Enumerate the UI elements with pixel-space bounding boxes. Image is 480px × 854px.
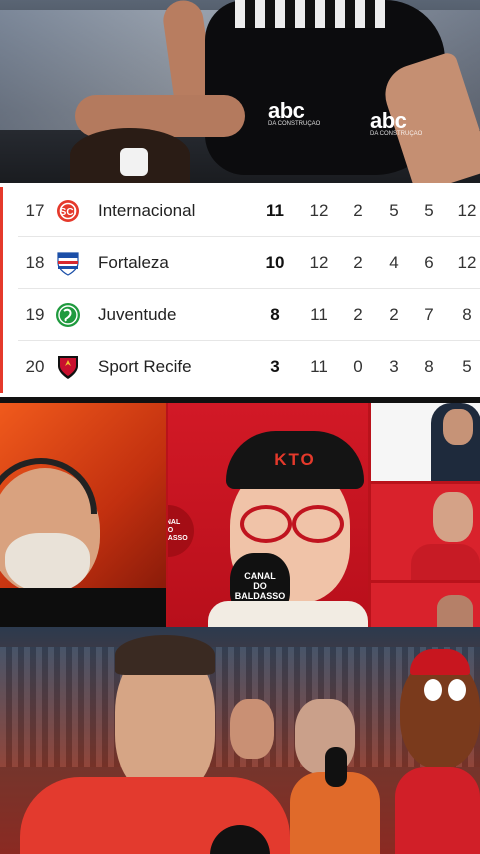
losses: 7 [424,305,434,324]
games-played: 11 [310,357,328,376]
sponsor-logo-right: abc DA CONSTRUÇÃO [370,108,423,137]
team-name: Juventude [98,305,177,324]
match-photo-bottom [0,627,480,854]
wins: 2 [353,253,363,272]
guest-face [437,595,473,627]
sport-recife-crest-icon [54,354,81,381]
goal-stat: 12 [457,253,477,272]
games-played: 12 [309,253,329,272]
host-shirt [0,588,166,627]
team-name: Sport Recife [98,357,192,376]
position: 17 [25,201,45,220]
mascot-head [400,659,480,769]
table-row[interactable]: 19 Juventude 8 11 2 2 7 8 [0,289,480,341]
sponsor-logo-left: abc DA CONSTRUÇÃO [268,98,321,127]
guest-face [443,409,473,445]
host-beard [5,533,90,593]
goal-stat: 12 [457,201,477,220]
mascot-cap [410,649,470,675]
points: 10 [265,253,285,272]
mascot-eye [448,679,466,701]
guest-video-2 [371,484,480,580]
mascot-eye [424,679,442,701]
svg-text:SCI: SCI [59,207,76,218]
player-hair [115,635,215,675]
headphones-icon [0,458,97,514]
points: 8 [270,305,280,324]
points: 11 [266,201,284,220]
guest-shirt [411,544,480,580]
guest-face [433,492,473,542]
wristband [120,148,148,176]
games-played: 11 [310,305,328,324]
match-photo-top: abc DA CONSTRUÇÃO abc DA CONSTRUÇÃO [0,0,480,183]
podcast-broadcast-grid: CANAL DO BALDASSO KTO CANAL DO BALDASSO [0,403,480,627]
draws: 5 [389,201,399,220]
wins: 0 [353,357,363,376]
league-standings-table: 17 SCI Internacional 11 12 2 5 5 12 18 F… [0,183,480,397]
host-video-center: CANAL DO BALDASSO KTO CANAL DO BALDASSO [168,403,368,627]
draws: 4 [389,253,399,272]
position: 19 [25,305,45,324]
channel-logo: CANAL DO BALDASSO [168,505,194,557]
losses: 5 [424,201,434,220]
table-row[interactable]: 20 Sport Recife 3 11 0 3 8 5 [0,341,480,393]
table-row[interactable]: 18 Fortaleza 10 12 2 4 6 12 [0,237,480,289]
draws: 3 [389,357,399,376]
position: 20 [25,357,45,376]
glasses-icon [292,505,344,543]
points: 3 [270,357,280,376]
glasses-icon [240,505,292,543]
spectator-face [230,699,274,759]
mascot-body [395,767,480,854]
guest-video-3 [371,583,480,627]
team-name: Internacional [98,201,196,220]
host-video-left [0,403,166,627]
position: 18 [25,253,45,272]
team-name: Fortaleza [98,253,169,272]
wins: 2 [353,305,363,324]
host-shirt [208,601,368,627]
kto-cap: KTO [226,431,364,489]
guest-video-1 [371,403,480,481]
wins: 2 [353,201,363,220]
fortaleza-crest-icon [54,250,81,277]
games-played: 12 [309,201,329,220]
losses: 8 [424,357,434,376]
striped-jersey [235,0,385,28]
juventude-crest-icon [54,302,81,329]
goal-stat: 5 [462,357,472,376]
internacional-crest-icon: SCI [54,198,81,225]
goal-stat: 8 [462,305,472,324]
microphone-icon [325,747,347,787]
draws: 2 [389,305,399,324]
table-row[interactable]: 17 SCI Internacional 11 12 2 5 5 12 [0,185,480,237]
losses: 6 [424,253,434,272]
